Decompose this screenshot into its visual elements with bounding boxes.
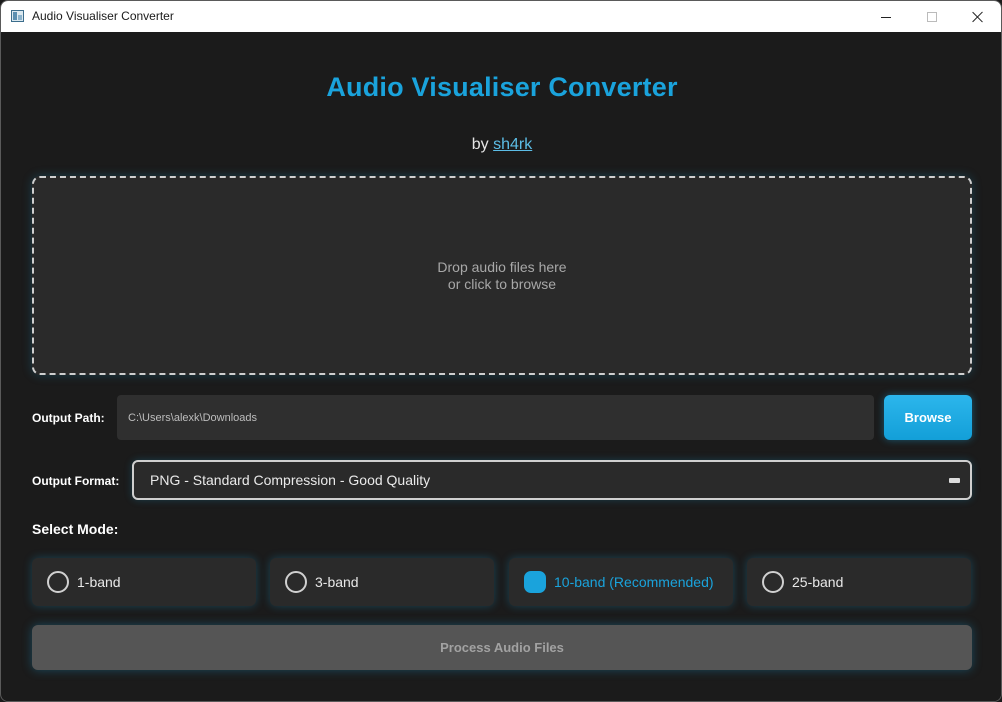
minimize-icon	[881, 17, 891, 18]
page-title: Audio Visualiser Converter	[326, 72, 678, 102]
output-path-input[interactable]	[117, 395, 874, 440]
radio-checked-icon	[524, 571, 546, 593]
radio-icon	[285, 571, 307, 593]
output-format-select[interactable]: PNG - Standard Compression - Good Qualit…	[132, 460, 972, 500]
window-title: Audio Visualiser Converter	[32, 9, 174, 23]
radio-icon	[47, 571, 69, 593]
browse-button[interactable]: Browse	[884, 395, 972, 440]
mode-option-label: 3-band	[315, 574, 359, 590]
mode-option-label: 1-band	[77, 574, 121, 590]
app-window: Audio Visualiser Converter Audio Visuali…	[0, 0, 1002, 702]
mode-option-label: 10-band (Recommended)	[554, 574, 714, 590]
output-format-label: Output Format:	[32, 474, 120, 488]
title-bar: Audio Visualiser Converter	[1, 1, 1001, 32]
byline-prefix: by	[471, 136, 489, 153]
mode-option-25-band[interactable]: 25-band	[747, 558, 971, 606]
mode-option-10-band[interactable]: 10-band (Recommended)	[509, 558, 733, 606]
dropdown-handle-icon	[949, 478, 960, 483]
process-audio-files-button[interactable]: Process Audio Files	[32, 625, 972, 670]
author-link[interactable]: sh4rk	[493, 136, 532, 153]
mode-option-label: 25-band	[792, 574, 844, 590]
radio-icon	[762, 571, 784, 593]
close-icon	[972, 11, 984, 23]
select-mode-label: Select Mode:	[32, 521, 119, 537]
mode-option-3-band[interactable]: 3-band	[270, 558, 494, 606]
file-dropzone[interactable]: Drop audio files here or click to browse	[32, 176, 972, 375]
output-format-value: PNG - Standard Compression - Good Qualit…	[150, 472, 431, 488]
mode-option-1-band[interactable]: 1-band	[32, 558, 256, 606]
close-button[interactable]	[955, 1, 1001, 32]
dropzone-text-line1: Drop audio files here	[437, 258, 567, 275]
minimize-button[interactable]	[863, 1, 909, 32]
app-icon	[11, 10, 24, 22]
byline: by sh4rk	[2, 136, 1001, 154]
main-content: Audio Visualiser Converter by sh4rk Drop…	[2, 32, 1001, 701]
output-path-label: Output Path:	[32, 411, 105, 425]
maximize-button[interactable]	[909, 1, 955, 32]
dropzone-text-line2: or click to browse	[447, 275, 557, 292]
maximize-icon	[927, 11, 937, 22]
